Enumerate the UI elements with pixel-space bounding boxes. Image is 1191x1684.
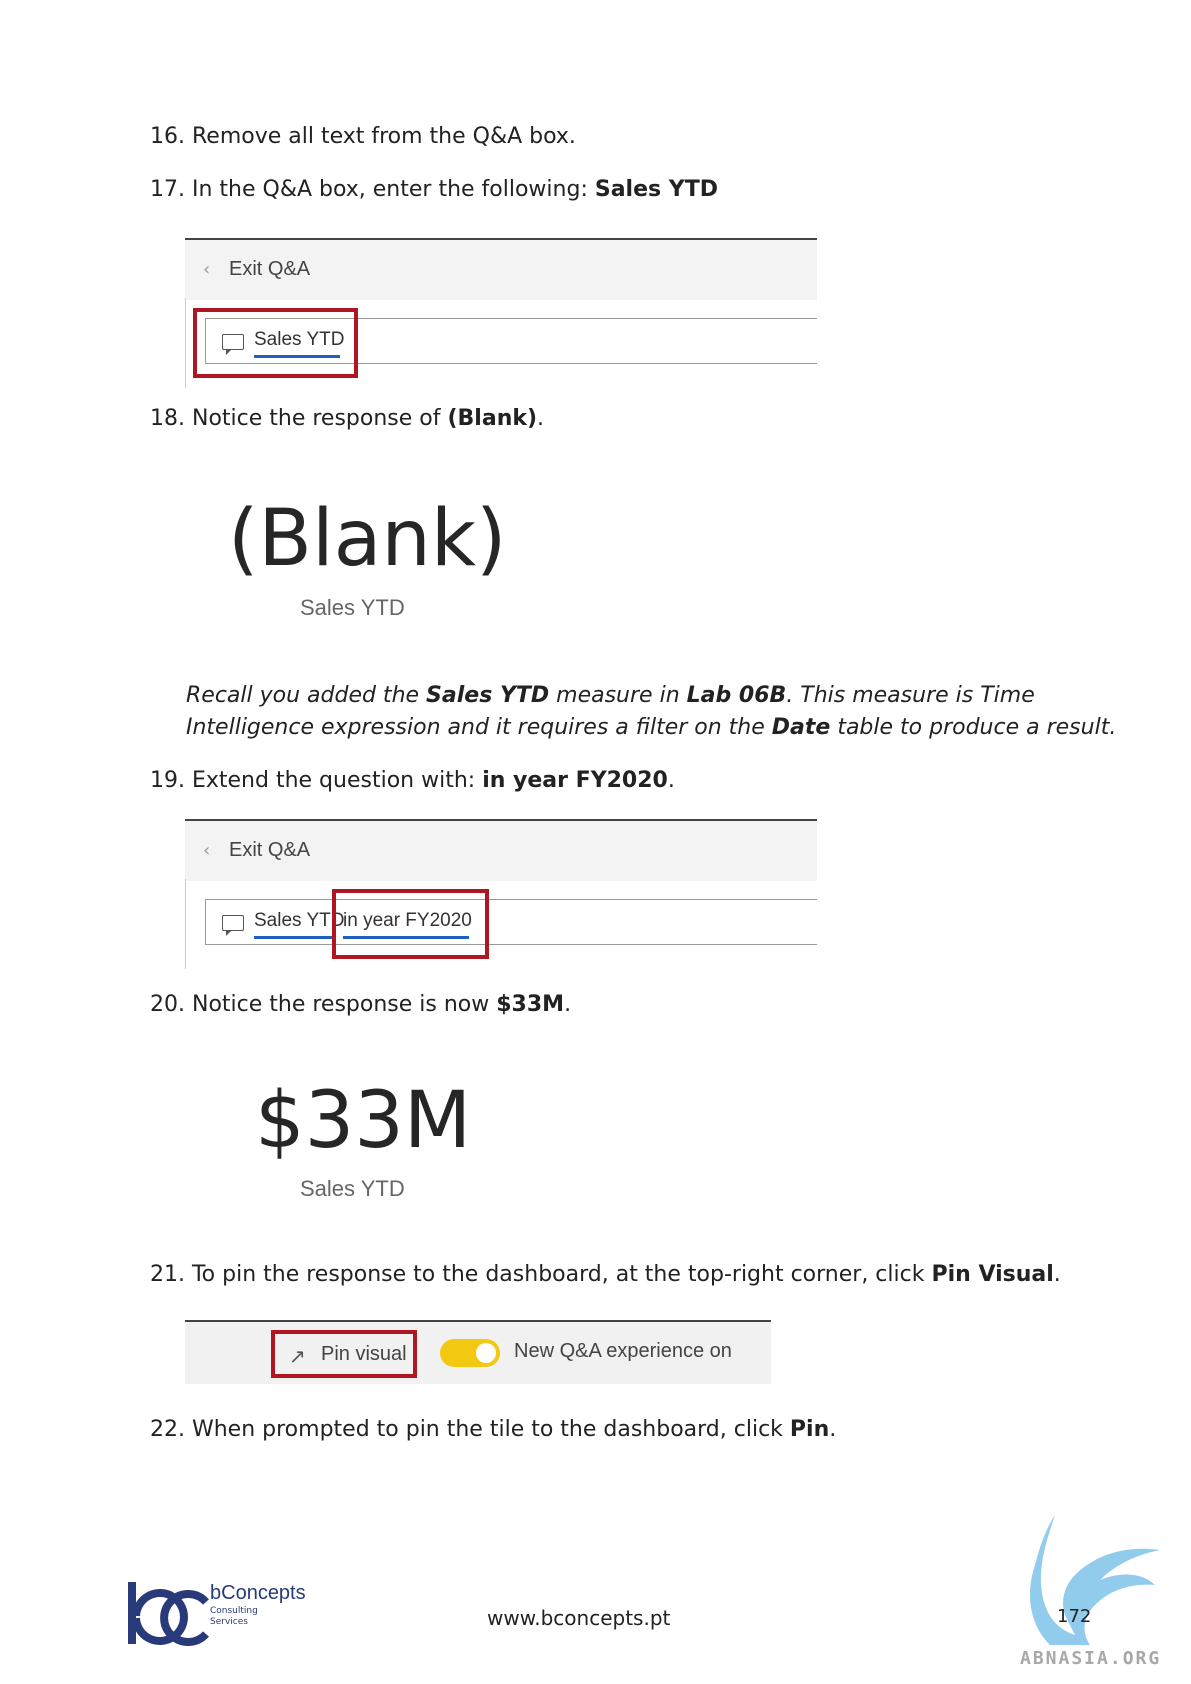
watermark-text: ABNASIA.ORG [1020, 1648, 1162, 1669]
note-bold: Lab 06B [686, 683, 787, 708]
exit-qa-button[interactable]: Exit Q&A [229, 839, 310, 862]
card-label: Sales YTD [300, 595, 405, 620]
step-16: 16. Remove all text from the Q&A box. [150, 124, 576, 149]
step-17: 17. In the Q&A box, enter the following:… [150, 177, 718, 202]
qa-screenshot-1: ‹ Exit Q&A Sales YTD [185, 238, 817, 388]
step-18-text: 18. Notice the response of [150, 406, 448, 431]
divider [185, 298, 186, 388]
note-bold: Sales YTD [426, 683, 550, 708]
website-link[interactable]: www.bconcepts.pt [487, 1606, 670, 1630]
step-19-text: 19. Extend the question with: [150, 768, 483, 793]
step-18-bold: (Blank) [447, 406, 538, 431]
pin-icon: ↗ [289, 1344, 306, 1368]
card-label: Sales YTD [300, 1176, 405, 1201]
chevron-left-icon[interactable]: ‹ [203, 840, 210, 861]
step-17-bold: Sales YTD [594, 177, 718, 202]
toggle-label: New Q&A experience on [514, 1340, 732, 1362]
note-text: measure in [549, 683, 687, 708]
exit-qa-button[interactable]: Exit Q&A [229, 258, 310, 281]
new-qa-experience-toggle[interactable] [440, 1339, 500, 1367]
chat-bubble-icon [222, 915, 244, 936]
note-paragraph: Recall you added the Sales YTD measure i… [186, 680, 1126, 744]
highlight-box [332, 889, 489, 959]
pin-visual-label: Pin visual [321, 1343, 407, 1365]
griffin-watermark-icon [1030, 1515, 1160, 1645]
divider [185, 879, 186, 969]
qa-header: ‹ Exit Q&A [185, 240, 817, 300]
step-19-post: . [667, 768, 675, 793]
highlight-box [193, 308, 358, 378]
qa-screenshot-2: ‹ Exit Q&A Sales YTD in year FY2020 [185, 819, 817, 969]
step-22-text: 22. When prompted to pin the tile to the… [150, 1417, 790, 1442]
qa-header: ‹ Exit Q&A [185, 821, 817, 881]
brand-subtitle: Consulting [210, 1606, 258, 1616]
question-underline [254, 936, 334, 939]
step-21-text: 21. To pin the response to the dashboard… [150, 1262, 932, 1287]
step-18-post: . [537, 406, 545, 431]
note-text: Recall you added the [186, 683, 427, 708]
note-bold: Date [771, 715, 831, 740]
card-value-blank: (Blank) [228, 494, 507, 584]
step-17-text: 17. In the Q&A box, enter the following: [150, 177, 595, 202]
question-text-part1: Sales YTD [254, 910, 345, 931]
page-number: 172 [1057, 1606, 1092, 1627]
step-22-bold: Pin [789, 1417, 830, 1442]
qa-toolbar-screenshot: ↗ Pin visual New Q&A experience on [185, 1320, 771, 1384]
chevron-left-icon[interactable]: ‹ [203, 259, 210, 280]
step-18: 18. Notice the response of (Blank). [150, 406, 544, 431]
step-21-post: . [1053, 1262, 1061, 1287]
brand-subtitle: Services [210, 1617, 248, 1627]
step-22-post: . [829, 1417, 837, 1442]
step-22: 22. When prompted to pin the tile to the… [150, 1417, 836, 1442]
step-20: 20. Notice the response is now $33M. [150, 992, 571, 1017]
note-text: table to produce a result. [830, 715, 1117, 740]
step-20-bold: $33M [496, 992, 565, 1017]
step-16-text: 16. Remove all text from the Q&A box. [150, 124, 576, 149]
step-20-post: . [564, 992, 572, 1017]
toggle-knob [476, 1343, 496, 1363]
step-19-bold: in year FY2020 [482, 768, 668, 793]
step-21: 21. To pin the response to the dashboard… [150, 1262, 1061, 1287]
divider [185, 1320, 771, 1322]
card-value-33m: $33M [255, 1076, 472, 1166]
qa-question-input[interactable]: Sales YTD in year FY2020 [205, 899, 817, 945]
step-19: 19. Extend the question with: in year FY… [150, 768, 675, 793]
pin-visual-button[interactable]: ↗ Pin visual [271, 1330, 417, 1378]
brand-name: bConcepts [210, 1582, 306, 1604]
step-21-bold: Pin Visual [931, 1262, 1054, 1287]
step-20-text: 20. Notice the response is now [150, 992, 497, 1017]
